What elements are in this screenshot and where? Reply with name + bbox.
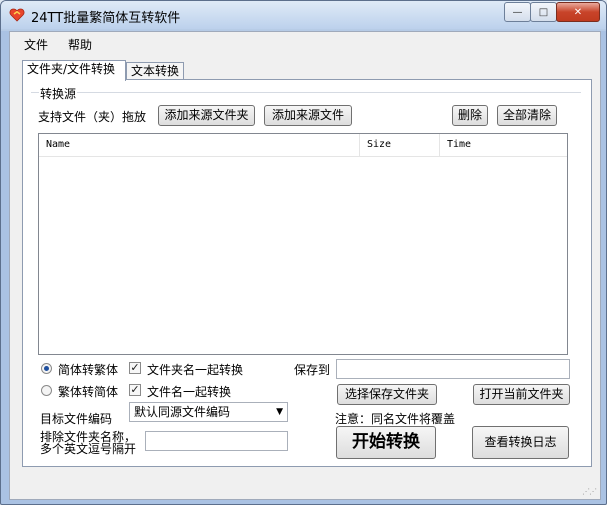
save-path-input[interactable] (336, 359, 570, 379)
add-source-folder-button[interactable]: 添加来源文件夹 (158, 105, 255, 126)
trad-to-simp-radio[interactable] (41, 385, 52, 396)
target-encoding-value: 默认同源文件编码 (134, 405, 231, 419)
target-encoding-label: 目标文件编码 (40, 412, 113, 426)
source-group-label: 转换源 (39, 85, 78, 102)
status-bar: ⋰⋰ (10, 479, 600, 499)
convert-file-names-checkbox[interactable]: ✓ (129, 384, 141, 396)
source-group-border (31, 92, 581, 93)
menu-file[interactable]: 文件 (24, 36, 48, 53)
target-encoding-select[interactable]: 默认同源文件编码 ▼ (129, 402, 288, 422)
overwrite-note: 注意：同名文件将覆盖 (335, 412, 456, 426)
folder-file-tab-page: 转换源 支持文件（夹）拖放 添加来源文件夹 添加来源文件 删除 全部清除 Nam… (22, 79, 592, 467)
close-button[interactable]: ✕ (556, 2, 600, 22)
column-time[interactable]: Time (440, 134, 567, 156)
simp-to-trad-radio[interactable] (41, 363, 52, 374)
trad-to-simp-label[interactable]: 繁体转简体 (58, 383, 118, 400)
drag-drop-hint: 支持文件（夹）拖放 (38, 110, 147, 124)
menu-help[interactable]: 帮助 (68, 36, 92, 53)
source-file-list[interactable]: Name Size Time (38, 133, 568, 355)
menu-bar: 文件 帮助 (10, 32, 600, 54)
convert-folder-names-label[interactable]: 文件夹名一起转换 (147, 361, 243, 378)
chevron-down-icon[interactable]: ▼ (276, 403, 283, 421)
start-convert-button[interactable]: 开始转换 (336, 426, 436, 459)
open-current-folder-button[interactable]: 打开当前文件夹 (473, 384, 570, 405)
column-size[interactable]: Size (360, 134, 440, 156)
list-header: Name Size Time (39, 134, 567, 157)
add-source-file-button[interactable]: 添加来源文件 (264, 105, 352, 126)
tab-text-convert[interactable]: 文本转换 (126, 62, 184, 80)
clear-all-button[interactable]: 全部清除 (497, 105, 557, 126)
client-area: 文件 帮助 文件夹/文件转换 文本转换 转换源 支持文件（夹）拖放 添加来源文件… (9, 31, 601, 500)
column-name[interactable]: Name (39, 134, 360, 156)
simp-to-trad-label[interactable]: 简体转繁体 (58, 361, 118, 378)
minimize-button[interactable]: — (504, 2, 531, 22)
convert-folder-names-checkbox[interactable]: ✓ (129, 362, 141, 374)
view-log-button[interactable]: 查看转换日志 (472, 426, 569, 459)
save-to-label: 保存到 (294, 363, 331, 377)
convert-file-names-label[interactable]: 文件名一起转换 (147, 383, 231, 400)
exclude-folders-input[interactable] (145, 431, 288, 451)
maximize-button[interactable]: □ (530, 2, 557, 22)
title-bar[interactable]: 24TT批量繁简体互转软件 — □ ✕ (1, 1, 606, 29)
choose-save-folder-button[interactable]: 选择保存文件夹 (337, 384, 437, 405)
window-title: 24TT批量繁简体互转软件 (31, 11, 181, 26)
resize-grip-icon[interactable]: ⋰⋰ (582, 487, 597, 496)
tab-folder-file-convert[interactable]: 文件夹/文件转换 (22, 60, 126, 81)
heart-app-icon (9, 8, 25, 22)
delete-button[interactable]: 删除 (452, 105, 488, 126)
app-window: 24TT批量繁简体互转软件 — □ ✕ 文件 帮助 文件夹/文件转换 文本转换 … (0, 0, 607, 505)
exclude-folders-label-line2: 多个英文逗号隔开 (40, 442, 137, 456)
